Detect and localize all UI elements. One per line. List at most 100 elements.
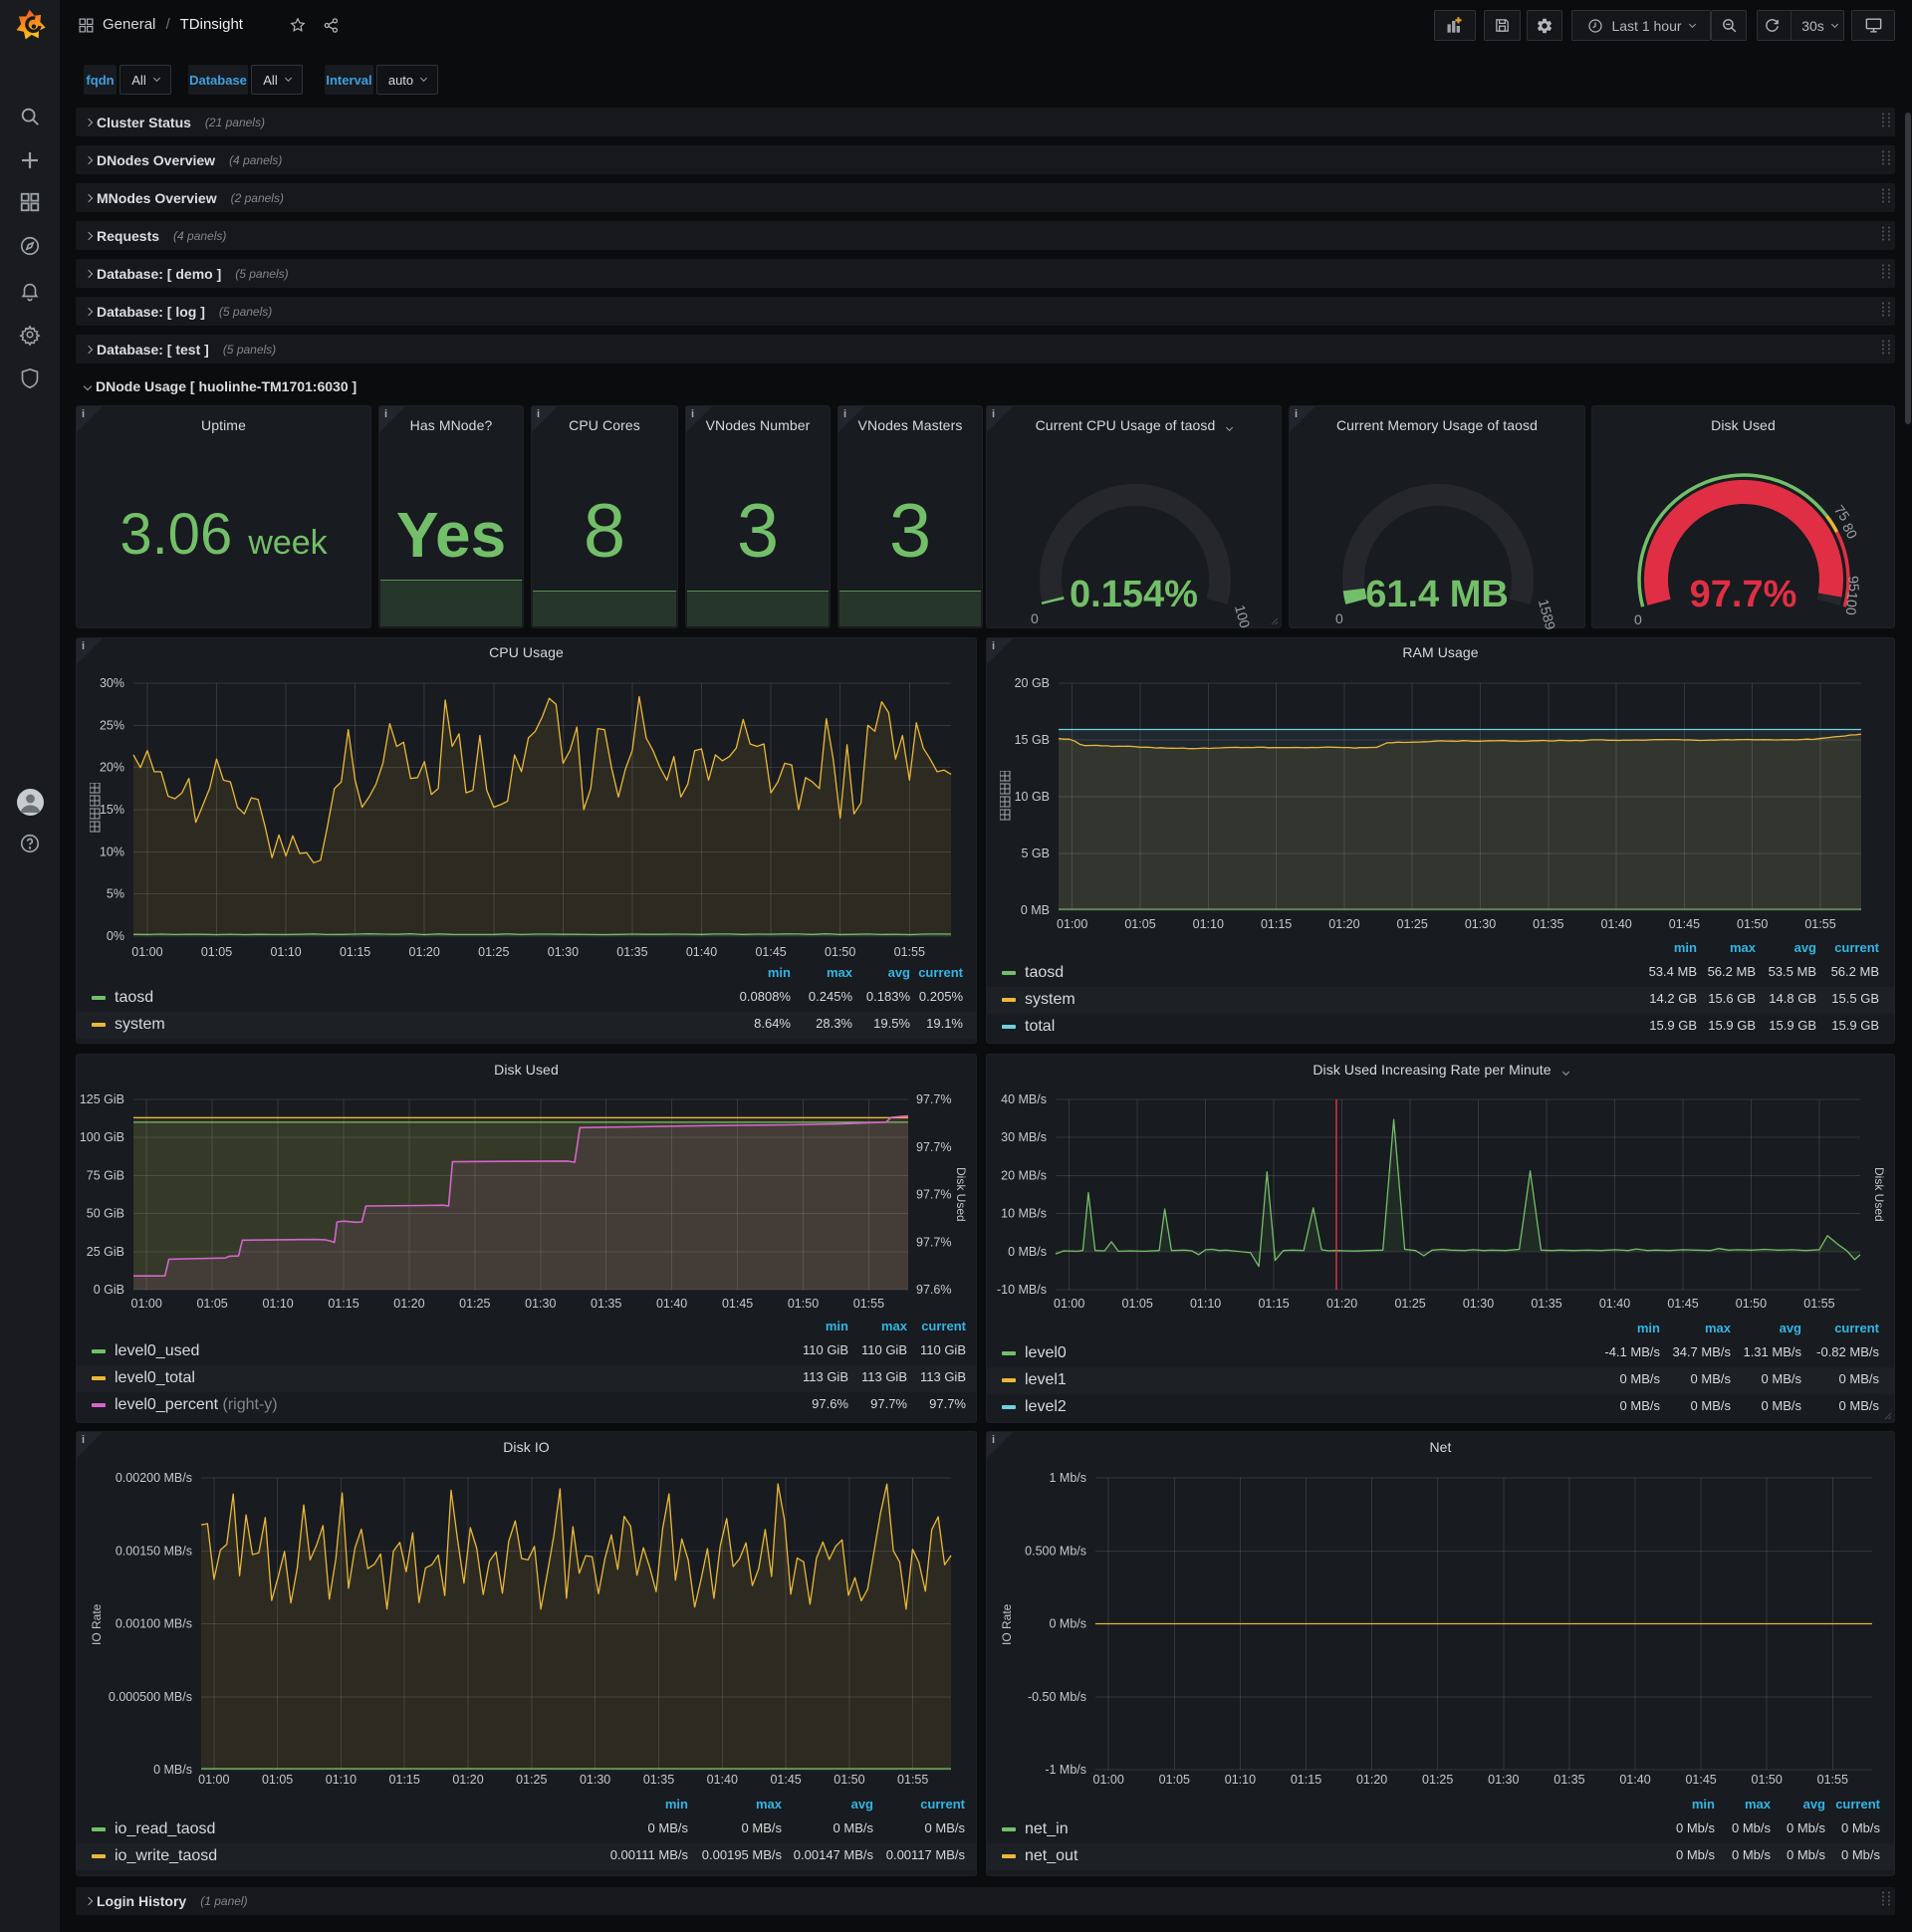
svg-text:01:15: 01:15	[1261, 917, 1292, 931]
svg-text:01:35: 01:35	[1531, 1297, 1561, 1311]
svg-text:01:15: 01:15	[328, 1297, 358, 1311]
svg-text:01:15: 01:15	[389, 1773, 420, 1787]
svg-text:01:05: 01:05	[1124, 917, 1155, 931]
svg-text:01:50: 01:50	[788, 1297, 819, 1311]
svg-text:01:30: 01:30	[1465, 917, 1496, 931]
svg-text:0 MB: 0 MB	[1021, 903, 1050, 917]
svg-text:01:40: 01:40	[686, 945, 717, 959]
svg-text:01:35: 01:35	[643, 1773, 674, 1787]
svg-text:01:50: 01:50	[834, 1773, 864, 1787]
svg-text:01:10: 01:10	[270, 945, 301, 959]
svg-text:5 GB: 5 GB	[1022, 846, 1051, 860]
svg-text:01:25: 01:25	[1422, 1773, 1453, 1787]
svg-text:97.7%: 97.7%	[916, 1235, 951, 1249]
svg-text:01:55: 01:55	[1817, 1773, 1848, 1787]
svg-text:01:00: 01:00	[1093, 1773, 1124, 1787]
svg-text:100 GiB: 100 GiB	[80, 1130, 124, 1144]
svg-text:01:50: 01:50	[1736, 1297, 1767, 1311]
svg-text:10 MB/s: 10 MB/s	[1001, 1207, 1047, 1221]
svg-text:01:40: 01:40	[1619, 1773, 1650, 1787]
svg-text:01:15: 01:15	[340, 945, 370, 959]
svg-text:50 GiB: 50 GiB	[87, 1207, 124, 1221]
svg-text:01:45: 01:45	[1669, 917, 1700, 931]
svg-text:01:10: 01:10	[1225, 1773, 1256, 1787]
svg-text:01:20: 01:20	[409, 945, 440, 959]
svg-text:01:10: 01:10	[1193, 917, 1224, 931]
svg-text:0.500 Mb/s: 0.500 Mb/s	[1025, 1544, 1086, 1558]
svg-text:01:45: 01:45	[1667, 1297, 1698, 1311]
svg-text:25 GiB: 25 GiB	[87, 1245, 124, 1259]
svg-text:1 Mb/s: 1 Mb/s	[1049, 1471, 1086, 1485]
svg-text:01:00: 01:00	[1054, 1297, 1084, 1311]
svg-text:01:45: 01:45	[722, 1297, 753, 1311]
svg-text:97.7%: 97.7%	[916, 1188, 951, 1202]
svg-text:01:45: 01:45	[770, 1773, 801, 1787]
svg-text:0.00100 MB/s: 0.00100 MB/s	[116, 1617, 192, 1631]
svg-text:01:20: 01:20	[1326, 1297, 1357, 1311]
svg-text:0 MB/s: 0 MB/s	[1008, 1245, 1047, 1259]
svg-text:01:50: 01:50	[1752, 1773, 1783, 1787]
svg-text:01:20: 01:20	[393, 1297, 424, 1311]
svg-text:-10 MB/s: -10 MB/s	[997, 1283, 1047, 1297]
svg-text:01:35: 01:35	[616, 945, 647, 959]
svg-text:0 MB/s: 0 MB/s	[153, 1763, 192, 1777]
svg-text:-1 Mb/s: -1 Mb/s	[1045, 1763, 1086, 1777]
svg-text:01:05: 01:05	[201, 945, 232, 959]
svg-text:01:30: 01:30	[1463, 1297, 1494, 1311]
svg-text:01:35: 01:35	[1554, 1773, 1584, 1787]
svg-text:01:25: 01:25	[1394, 1297, 1425, 1311]
svg-text:01:45: 01:45	[1685, 1773, 1716, 1787]
svg-text:01:15: 01:15	[1258, 1297, 1289, 1311]
svg-text:-0.50 Mb/s: -0.50 Mb/s	[1028, 1690, 1086, 1704]
svg-text:10 GB: 10 GB	[1015, 790, 1050, 804]
svg-text:01:35: 01:35	[1533, 917, 1563, 931]
svg-text:10%: 10%	[100, 845, 124, 858]
svg-text:01:45: 01:45	[755, 945, 786, 959]
svg-text:20%: 20%	[100, 761, 124, 775]
svg-text:01:40: 01:40	[707, 1773, 738, 1787]
svg-text:01:30: 01:30	[1488, 1773, 1519, 1787]
svg-text:01:55: 01:55	[894, 945, 925, 959]
svg-text:01:30: 01:30	[548, 945, 579, 959]
svg-text:01:55: 01:55	[897, 1773, 928, 1787]
svg-text:01:05: 01:05	[1159, 1773, 1190, 1787]
svg-text:20 GB: 20 GB	[1015, 676, 1050, 690]
svg-text:97.6%: 97.6%	[916, 1283, 951, 1297]
svg-text:20 MB/s: 20 MB/s	[1001, 1168, 1047, 1182]
svg-text:01:20: 01:20	[1328, 917, 1359, 931]
svg-text:01:50: 01:50	[825, 945, 855, 959]
svg-text:01:35: 01:35	[591, 1297, 621, 1311]
svg-text:01:20: 01:20	[452, 1773, 483, 1787]
svg-text:0%: 0%	[107, 929, 124, 943]
svg-text:15%: 15%	[100, 803, 124, 817]
svg-text:97.7%: 97.7%	[916, 1140, 951, 1154]
svg-text:0 GiB: 0 GiB	[94, 1283, 124, 1297]
svg-text:97.7%: 97.7%	[916, 1092, 951, 1106]
svg-text:0.00200 MB/s: 0.00200 MB/s	[116, 1471, 192, 1485]
svg-text:01:25: 01:25	[516, 1773, 547, 1787]
svg-text:01:30: 01:30	[580, 1773, 610, 1787]
svg-text:30%: 30%	[100, 676, 124, 690]
svg-text:01:30: 01:30	[525, 1297, 556, 1311]
svg-text:01:00: 01:00	[198, 1773, 229, 1787]
svg-text:30 MB/s: 30 MB/s	[1001, 1130, 1047, 1144]
svg-text:01:50: 01:50	[1737, 917, 1768, 931]
svg-text:01:05: 01:05	[196, 1297, 227, 1311]
svg-text:40 MB/s: 40 MB/s	[1001, 1092, 1047, 1106]
svg-text:01:40: 01:40	[1599, 1297, 1630, 1311]
svg-text:25%: 25%	[100, 718, 124, 732]
svg-text:0.000500 MB/s: 0.000500 MB/s	[109, 1690, 192, 1704]
svg-text:15 GB: 15 GB	[1015, 733, 1050, 747]
svg-text:01:40: 01:40	[1600, 917, 1631, 931]
svg-text:01:10: 01:10	[1190, 1297, 1221, 1311]
svg-text:01:25: 01:25	[459, 1297, 490, 1311]
svg-text:01:55: 01:55	[1803, 1297, 1834, 1311]
svg-text:01:00: 01:00	[131, 1297, 162, 1311]
svg-text:01:25: 01:25	[1397, 917, 1428, 931]
svg-text:01:55: 01:55	[1804, 917, 1835, 931]
svg-text:01:10: 01:10	[326, 1773, 357, 1787]
svg-text:01:40: 01:40	[656, 1297, 687, 1311]
svg-text:0 Mb/s: 0 Mb/s	[1049, 1617, 1086, 1631]
svg-text:125 GiB: 125 GiB	[80, 1092, 124, 1106]
svg-text:01:00: 01:00	[131, 945, 162, 959]
